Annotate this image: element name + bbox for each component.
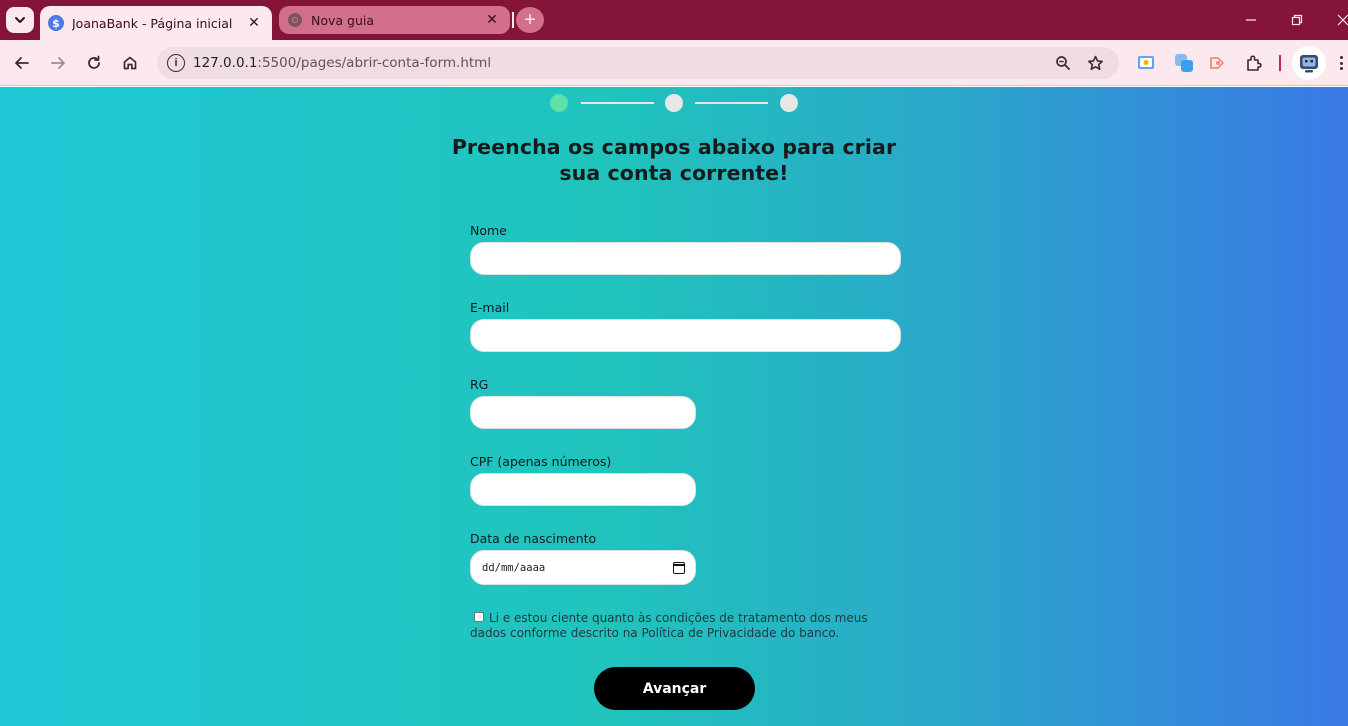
rg-label: RG: [470, 377, 489, 392]
arrow-right-icon: [51, 57, 65, 69]
url-text: 127.0.0.1:5500/pages/abrir-conta-form.ht…: [193, 55, 491, 71]
step-dot-1: [550, 94, 568, 112]
reload-button[interactable]: [80, 49, 108, 77]
plus-icon: +: [524, 9, 536, 31]
reload-icon: [88, 55, 100, 69]
minimize-button[interactable]: [1228, 0, 1274, 40]
extensions-puzzle-icon[interactable]: [1244, 53, 1264, 73]
email-label: E-mail: [470, 300, 510, 315]
forward-button[interactable]: [44, 49, 72, 77]
site-info-icon[interactable]: i: [167, 54, 185, 72]
home-button[interactable]: [116, 49, 144, 77]
rg-input[interactable]: [470, 396, 696, 429]
browser-menu-icon[interactable]: [1334, 53, 1348, 73]
birthdate-input[interactable]: dd/mm/aaaa: [470, 550, 696, 585]
close-icon[interactable]: ✕: [484, 12, 500, 28]
tab-title: Nova guia: [311, 12, 375, 28]
nome-label: Nome: [470, 223, 507, 238]
url-host: 127.0.0.1: [193, 55, 258, 71]
tab-nova-guia[interactable]: Nova guia ✕: [279, 6, 510, 34]
arrow-left-icon: [15, 57, 29, 69]
nome-input[interactable]: [470, 242, 901, 275]
tab-search-button[interactable]: [6, 7, 34, 33]
tab-joanabank[interactable]: $ JoanaBank - Página inicial ✕: [40, 6, 272, 40]
bookmark-star-icon[interactable]: [1085, 53, 1105, 73]
page-viewport: Preencha os campos abaixo para criar sua…: [0, 87, 1348, 726]
browser-toolbar: i 127.0.0.1:5500/pages/abrir-conta-form.…: [0, 40, 1348, 86]
step-connector: [695, 102, 768, 104]
page-title: Preencha os campos abaixo para criar sua…: [451, 135, 897, 185]
step-connector: [581, 102, 654, 104]
cpf-input[interactable]: [470, 473, 696, 506]
extension-translate-icon[interactable]: [1174, 53, 1194, 73]
cpf-label: CPF (apenas números): [470, 454, 612, 469]
chrome-icon: [287, 12, 303, 28]
address-bar[interactable]: i 127.0.0.1:5500/pages/abrir-conta-form.…: [157, 47, 1119, 79]
tab-strip: $ JoanaBank - Página inicial ✕ Nova guia…: [0, 0, 1348, 40]
back-button[interactable]: [8, 49, 36, 77]
birthdate-label: Data de nascimento: [470, 531, 597, 546]
robot-avatar-icon: [1300, 55, 1318, 73]
close-icon: [1337, 14, 1348, 26]
tab-divider: [512, 12, 514, 28]
progress-stepper: [550, 94, 800, 112]
minimize-icon: [1246, 19, 1256, 21]
date-placeholder: dd/mm/aaaa: [482, 561, 546, 574]
advance-button[interactable]: Avançar: [594, 667, 755, 710]
close-window-button[interactable]: [1320, 0, 1348, 40]
new-tab-button[interactable]: +: [516, 7, 544, 33]
extension-record-icon[interactable]: [1208, 53, 1228, 73]
privacy-consent: Li e estou ciente quanto às condições de…: [470, 611, 900, 641]
email-input[interactable]: [470, 319, 901, 352]
zoom-icon[interactable]: [1053, 53, 1073, 73]
step-dot-2: [665, 94, 683, 112]
restore-icon: [1291, 14, 1303, 26]
home-icon: [123, 56, 137, 70]
step-dot-3: [780, 94, 798, 112]
chevron-down-icon: [15, 17, 25, 23]
restore-button[interactable]: [1274, 0, 1320, 40]
dollar-icon: $: [48, 15, 64, 31]
tab-title: JoanaBank - Página inicial: [72, 15, 233, 31]
privacy-checkbox[interactable]: [474, 612, 484, 622]
profile-avatar[interactable]: [1292, 46, 1326, 80]
toolbar-divider: [1279, 55, 1281, 71]
close-icon[interactable]: ✕: [246, 15, 262, 31]
calendar-icon[interactable]: [673, 561, 685, 574]
url-path: :5500/pages/abrir-conta-form.html: [257, 55, 492, 71]
extension-screenshot-icon[interactable]: [1136, 53, 1156, 73]
privacy-consent-text: Li e estou ciente quanto às condições de…: [470, 611, 868, 640]
